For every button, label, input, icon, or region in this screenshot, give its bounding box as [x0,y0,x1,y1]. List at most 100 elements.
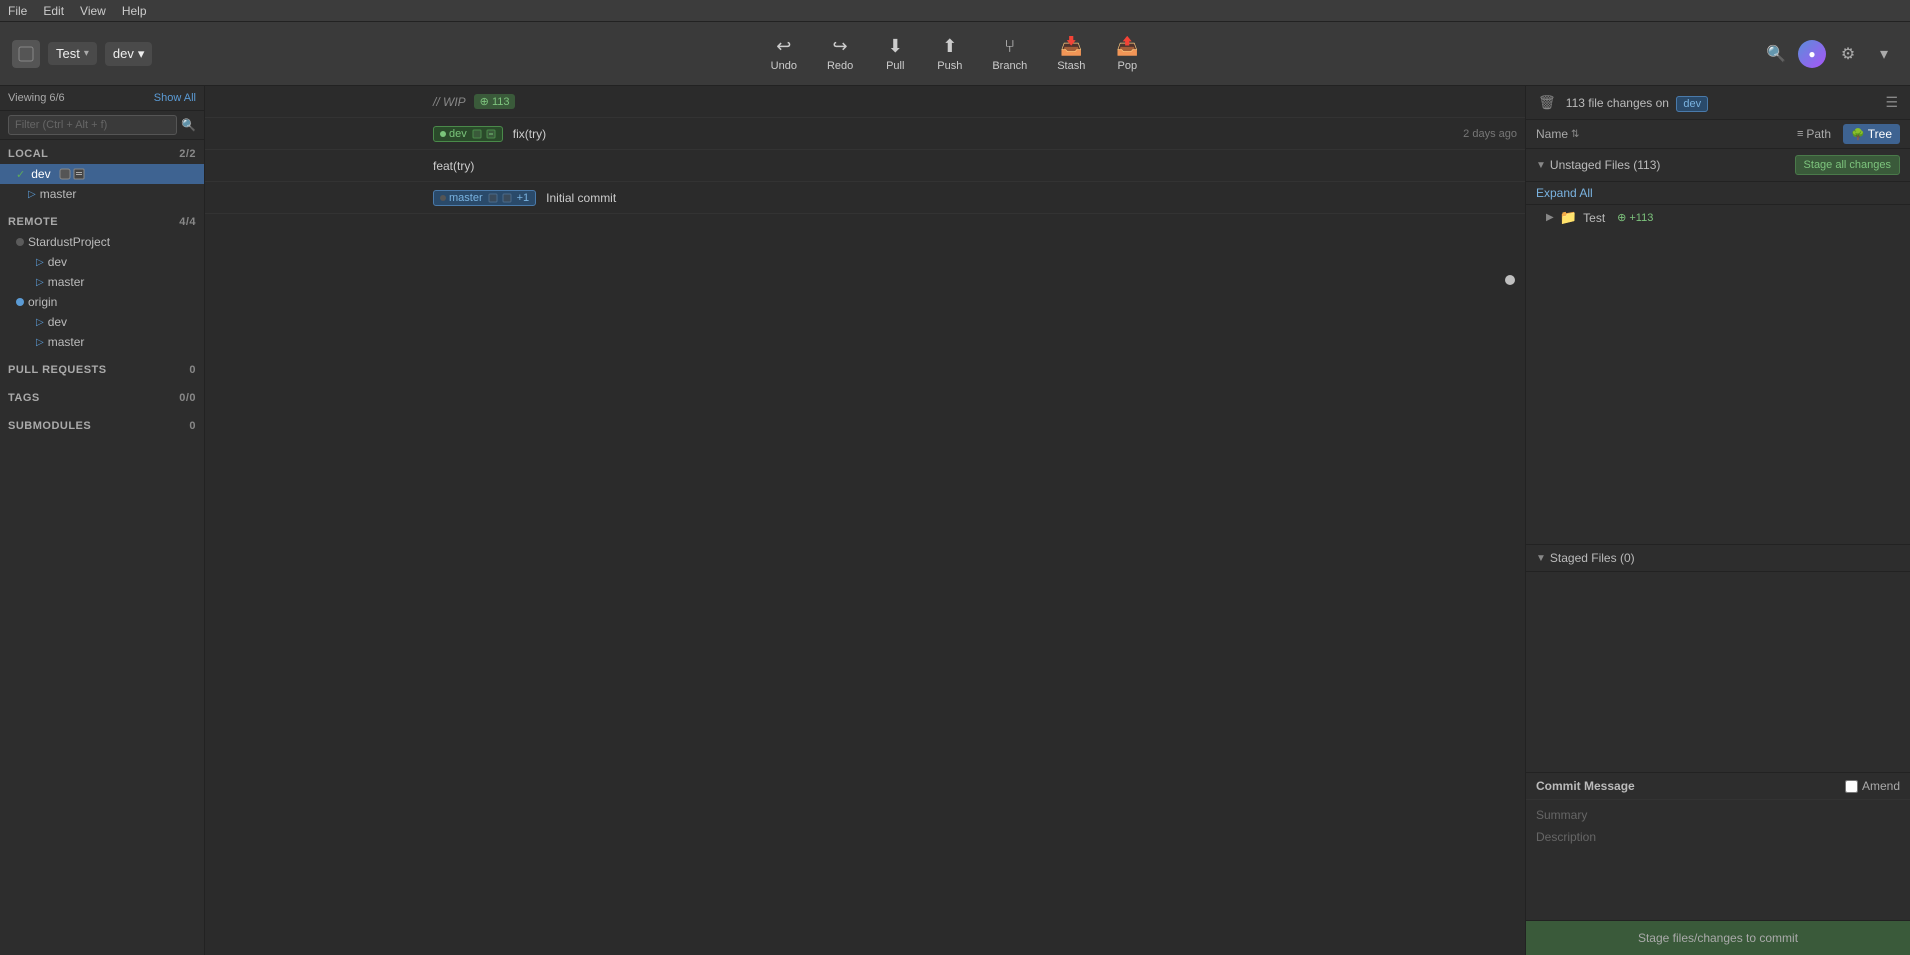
trash-button[interactable]: 🗑 [1536,92,1558,113]
tree-view-button[interactable]: 🌳 Tree [1843,124,1900,144]
branch-icon-stardust-dev: ▷ [36,257,44,268]
commit-message-area: Commit Message Amend Summary Description… [1526,772,1910,955]
remote-section-header[interactable]: REMOTE 4/4 [0,212,204,232]
commit-message-label: Commit Message [1536,779,1635,793]
menu-view[interactable]: View [80,4,106,18]
menu-help[interactable]: Help [122,4,147,18]
initial-commit-msg: Initial commit [546,191,1517,205]
repo-icon [12,40,40,68]
undo-button[interactable]: ↩ Undo [757,30,811,78]
sort-icon: ⇅ [1571,129,1579,140]
graph-container[interactable]: // WIP ⊕ 113 [205,86,1525,955]
push-label: Push [937,60,962,72]
commit-message-header: Commit Message Amend [1526,773,1910,800]
unstaged-section-header[interactable]: ▼ Unstaged Files (113) Stage all changes [1526,149,1910,182]
feat-commit-row[interactable]: feat(try) [205,150,1525,182]
pull-requests-header[interactable]: PULL REQUESTS 0 [0,360,204,380]
sidebar-filter: 🔍 [0,111,204,140]
origin-dev-label: dev [48,315,67,329]
initial-commit-info: master +1 Initial commit [425,190,1525,206]
show-all-button[interactable]: Show All [154,92,196,104]
pull-icon: ⬇ [888,36,903,57]
origin-group[interactable]: origin [0,292,204,312]
panel-menu-button[interactable]: ☰ [1883,92,1900,113]
toolbar: Test ▾ dev ▾ ↩ Undo ↪ Redo ⬇ Pull ⬆ Push… [0,22,1910,86]
avatar[interactable]: ● [1798,40,1826,68]
path-view-button[interactable]: ≡ Path [1789,124,1839,144]
test-folder-item[interactable]: ▶ 📁 Test ⊕ +113 [1526,205,1910,230]
fix-commit-row[interactable]: dev fix(try) 2 days ago [205,118,1525,150]
search-button[interactable]: 🔍 [1762,40,1790,68]
local-count: 2/2 [179,148,196,160]
undo-icon: ↩ [776,36,791,57]
sidebar-item-origin-master[interactable]: ▷ master [0,332,204,352]
branch-icon-origin-master: ▷ [36,337,44,348]
stardust-project-group[interactable]: StardustProject [0,232,204,252]
redo-icon: ↪ [833,36,848,57]
master-branch-label: master +1 [433,190,536,206]
local-section-header[interactable]: LOCAL 2/2 [0,144,204,164]
initial-commit-row[interactable]: master +1 Initial commit [205,182,1525,214]
more-button[interactable]: ▾ [1870,40,1898,68]
sidebar-item-stardust-dev[interactable]: ▷ dev [0,252,204,272]
menu-edit[interactable]: Edit [43,4,64,18]
origin-dot-icon [16,298,24,306]
sidebar-item-stardust-master[interactable]: ▷ master [0,272,204,292]
tags-label: TAGS [8,392,40,404]
redo-button[interactable]: ↪ Redo [813,30,867,78]
menu-file[interactable]: File [8,4,27,18]
commit-text-area[interactable]: Summary Description [1526,800,1910,920]
dev-branch-label: dev [433,126,503,142]
name-header-label: Name [1536,127,1568,141]
repo-selector[interactable]: Test ▾ [48,42,97,65]
sidebar-item-origin-dev[interactable]: ▷ dev [0,312,204,332]
tags-header[interactable]: TAGS 0/0 [0,388,204,408]
dev-badges [59,168,85,180]
expand-all-row[interactable]: Expand All [1526,182,1910,205]
unstaged-chevron-icon: ▼ [1536,160,1546,171]
settings-button[interactable]: ⚙ [1834,40,1862,68]
remote-section: REMOTE 4/4 StardustProject ▷ dev ▷ maste… [0,208,204,356]
stash-button[interactable]: 📥 Stash [1043,30,1099,78]
filter-input[interactable] [8,115,177,135]
folder-chevron-icon[interactable]: ▶ [1546,212,1554,223]
expand-all-label: Expand All [1536,186,1593,200]
staged-section: ▼ Staged Files (0) [1526,544,1910,772]
local-section: LOCAL 2/2 ✓ dev ▷ master [0,140,204,208]
amend-checkbox[interactable] [1845,780,1858,793]
view-toggle: Name ⇅ ≡ Path 🌳 Tree [1526,120,1910,149]
staged-section-header[interactable]: ▼ Staged Files (0) [1526,545,1910,572]
stash-label: Stash [1057,60,1085,72]
dev-branch-name: dev [449,128,467,140]
sidebar-item-dev-local[interactable]: ✓ dev [0,164,204,184]
branch-selector[interactable]: dev ▾ [105,42,153,66]
branch-chevron-icon: ▾ [138,46,145,62]
branch-button[interactable]: ⑂ Branch [978,30,1041,78]
name-header: Name ⇅ [1536,127,1785,141]
branch-icon: ⑂ [1004,36,1015,57]
submodules-header[interactable]: SUBMODULES 0 [0,416,204,436]
origin-name: origin [28,295,57,309]
branch-icon-stardust-master: ▷ [36,277,44,288]
staged-label: Staged Files (0) [1550,551,1635,565]
fix-commit-time: 2 days ago [1463,128,1517,140]
main-content: Viewing 6/6 Show All 🔍 LOCAL 2/2 ✓ dev [0,86,1910,955]
initial-graph-lane [205,182,425,214]
pop-icon: 📤 [1116,36,1138,57]
stardust-dot-icon [16,238,24,246]
wip-commit-row[interactable]: // WIP ⊕ 113 [205,86,1525,118]
feat-commit-msg: feat(try) [433,159,1517,173]
push-button[interactable]: ⬆ Push [923,30,976,78]
toolbar-right: 🔍 ● ⚙ ▾ [1762,40,1898,68]
stage-commit-button[interactable]: Stage files/changes to commit [1526,920,1910,955]
pop-button[interactable]: 📤 Pop [1101,30,1153,78]
toolbar-left: Test ▾ dev ▾ [12,40,152,68]
amend-row: Amend [1845,779,1900,793]
pull-button[interactable]: ⬇ Pull [869,30,921,78]
tree-label: Tree [1868,127,1892,141]
sidebar-item-master-local[interactable]: ▷ master [0,184,204,204]
file-changes-info: 113 file changes on dev [1566,96,1876,110]
stage-all-button[interactable]: Stage all changes [1795,155,1900,175]
filter-search-icon[interactable]: 🔍 [181,118,196,132]
plus-icon: ⊕ [1617,211,1626,224]
